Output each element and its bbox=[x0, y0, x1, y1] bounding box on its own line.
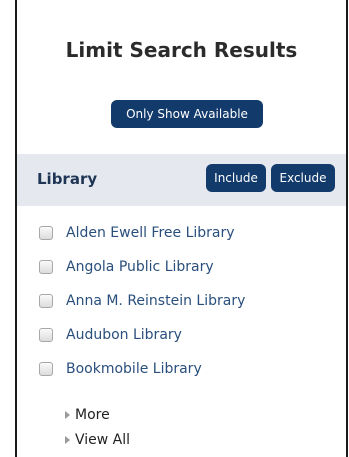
only-show-available-button[interactable]: Only Show Available bbox=[111, 100, 263, 128]
library-item[interactable]: Angola Public Library bbox=[39, 256, 214, 278]
library-item[interactable]: Anna M. Reinstein Library bbox=[39, 290, 245, 312]
library-item[interactable]: Alden Ewell Free Library bbox=[39, 222, 235, 244]
library-label[interactable]: Bookmobile Library bbox=[66, 361, 202, 377]
view-all-label[interactable]: View All bbox=[75, 432, 130, 448]
more-label[interactable]: More bbox=[75, 407, 110, 423]
library-checkbox[interactable] bbox=[39, 362, 53, 376]
library-checkbox[interactable] bbox=[39, 294, 53, 308]
panel-title: Limit Search Results bbox=[65, 38, 298, 62]
library-checkbox[interactable] bbox=[39, 260, 53, 274]
more-link[interactable]: More bbox=[65, 406, 110, 424]
library-label[interactable]: Audubon Library bbox=[66, 327, 182, 343]
include-button[interactable]: Include bbox=[206, 164, 266, 192]
library-item[interactable]: Bookmobile Library bbox=[39, 358, 202, 380]
library-label[interactable]: Angola Public Library bbox=[66, 259, 214, 275]
library-checkbox[interactable] bbox=[39, 226, 53, 240]
exclude-button[interactable]: Exclude bbox=[271, 164, 335, 192]
limit-search-panel: Limit Search Results Only Show Available… bbox=[15, 0, 348, 457]
library-facet-title: Library bbox=[37, 170, 98, 188]
view-all-link[interactable]: View All bbox=[65, 431, 130, 449]
caret-right-icon bbox=[65, 411, 70, 419]
caret-right-icon bbox=[65, 436, 70, 444]
library-label[interactable]: Alden Ewell Free Library bbox=[66, 225, 235, 241]
library-facet-header: Library Include Exclude bbox=[17, 154, 346, 206]
library-item[interactable]: Audubon Library bbox=[39, 324, 182, 346]
library-label[interactable]: Anna M. Reinstein Library bbox=[66, 293, 245, 309]
library-checkbox[interactable] bbox=[39, 328, 53, 342]
